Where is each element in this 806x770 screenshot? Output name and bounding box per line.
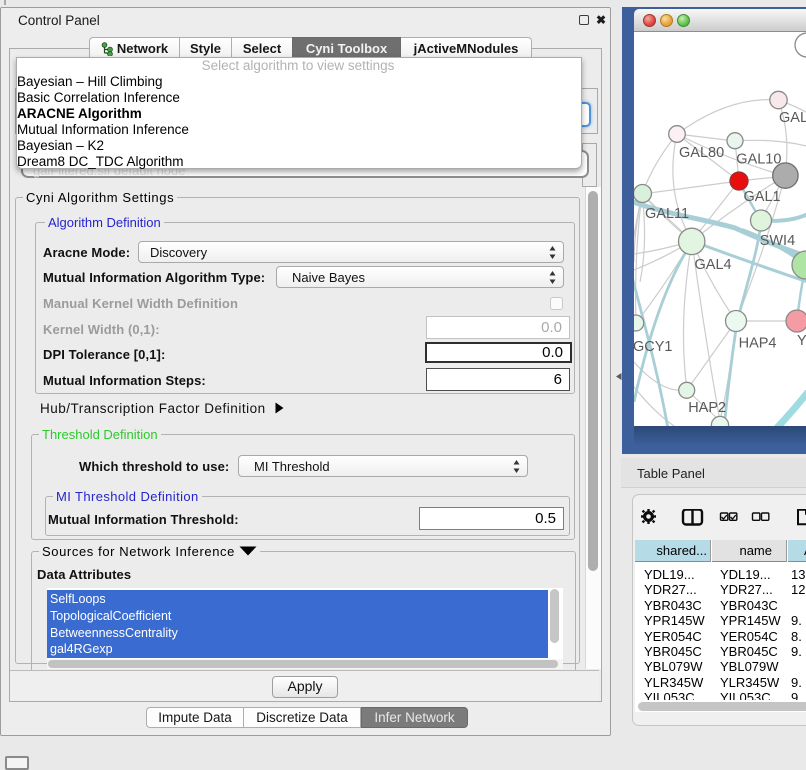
- svg-text:YJL: YJL: [797, 333, 806, 349]
- svg-text:GAL1: GAL1: [744, 189, 781, 205]
- svg-text:GAL80: GAL80: [679, 145, 724, 161]
- svg-text:SWI4: SWI4: [760, 233, 795, 249]
- svg-text:GCY1: GCY1: [634, 339, 673, 355]
- svg-text:GAL11: GAL11: [645, 206, 689, 222]
- svg-text:HAP4: HAP4: [739, 335, 777, 351]
- svg-text:HAP2: HAP2: [688, 400, 726, 416]
- svg-text:GAL4: GAL4: [695, 257, 732, 273]
- svg-text:GAL10: GAL10: [736, 152, 781, 168]
- svg-text:GAL7: GAL7: [779, 110, 806, 126]
